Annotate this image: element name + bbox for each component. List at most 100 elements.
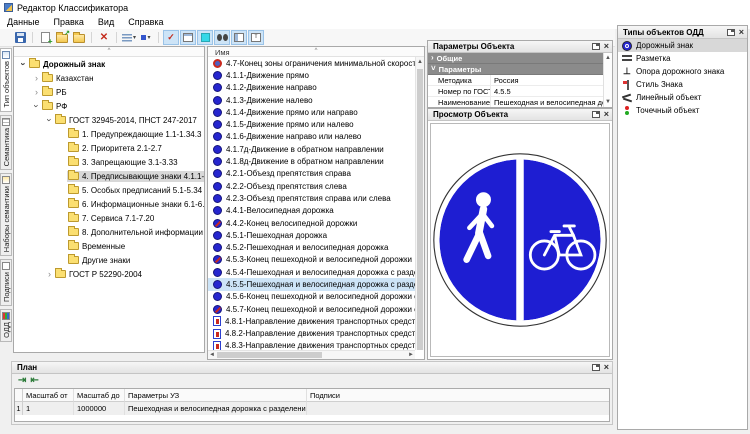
sign-list-item[interactable]: 4.2.2-Объезд препятствия слева [208,180,415,192]
sign-list-item[interactable]: 4.1.1-Движение прямо [208,69,415,81]
side-tab[interactable]: Семантика [0,115,12,170]
new-button[interactable] [37,30,53,45]
param-value[interactable]: Пешеходная и велосипедная дорожка с ... [490,97,603,107]
undock-icon[interactable] [727,29,735,36]
tree-item[interactable]: 3. Запрещающие 3.1-3.33 [14,155,204,169]
sign-list-item[interactable]: 4.1.5-Движение прямо или налево [208,118,415,130]
param-group-header[interactable]: ›Общие [428,53,603,64]
tree-item-label-group[interactable]: 8. Дополнительной информации 8.1.1-8.24 [67,227,204,238]
tree-item-label-group[interactable]: Другие знаки [67,255,133,266]
scroll-left-icon[interactable]: ◄ [209,351,215,359]
sign-list-item[interactable]: 4.4.2-Конец велосипедной дорожки [208,217,415,229]
sign-list-item[interactable]: 4.8.2-Направление движения транспортных … [208,328,415,340]
undock-icon[interactable] [592,111,600,118]
odd-type-item[interactable]: Разметка [618,52,747,65]
odd-type-item[interactable]: Стиль Знака [618,78,747,91]
tree-item-label-group[interactable]: РБ [41,87,70,98]
delete-button[interactable]: ✕ [96,30,112,45]
tree-item[interactable]: ›ГОСТ 32945-2014, ПНСТ 247-2017 [14,113,204,127]
check-toggle-button[interactable]: ✓ [163,30,179,45]
tree-expand-icon[interactable]: › [19,59,28,69]
column-header[interactable]: Подписи [307,389,609,402]
tree-expand-icon[interactable]: › [32,87,41,97]
tree-expand-icon[interactable]: › [45,115,54,125]
list-view-button[interactable]: ▾ [121,30,137,45]
scroll-down-icon[interactable]: ▼ [604,98,612,106]
tree-column-header[interactable]: ^ [14,47,204,57]
save-button[interactable] [12,30,28,45]
vertical-scroll-thumb[interactable] [417,69,423,350]
sign-list-item[interactable]: 4.5.4-Пешеходная и велосипедная дорожка … [208,266,415,278]
horizontal-scroll-thumb[interactable] [217,352,322,358]
vertical-scrollbar[interactable]: ▲ [415,57,424,350]
menu-item[interactable]: Вид [91,15,121,29]
tree-item[interactable]: 1. Предупреждающие 1.1-1.34.3 [14,127,204,141]
sign-list-item[interactable]: 4.1.6-Движение направо или налево [208,131,415,143]
tree-item-label-group[interactable]: ГОСТ Р 52290-2004 [54,269,145,280]
search-toggle-button[interactable] [214,30,230,45]
menu-item[interactable]: Данные [0,15,47,29]
sign-list-item[interactable]: 4.5.7-Конец пешеходной и велосипедной до… [208,303,415,315]
sign-list-item[interactable]: 4.7-Конец зоны ограничения минимальной с… [208,57,415,69]
sign-list-item[interactable]: 4.5.5-Пешеходная и велосипедная дорожка … [208,278,415,290]
close-icon[interactable]: × [604,111,609,118]
tree-item-label-group[interactable]: 1. Предупреждающие 1.1-1.34.3 [67,129,204,140]
folder-button[interactable] [71,30,87,45]
param-value[interactable]: 4.5.5 [490,86,603,96]
column-header[interactable]: Масштаб до [74,389,125,402]
tree-item-label-group[interactable]: 7. Сервиса 7.1-7.20 [67,213,157,224]
param-row[interactable]: Номер по ГОСТ4.5.5 [428,86,603,97]
tree-item[interactable]: 5. Особых предписаний 5.1-5.34 [14,183,204,197]
style-button[interactable]: ▾ [138,30,154,45]
horizontal-scrollbar[interactable]: ◄ ► [208,350,415,359]
side-tab[interactable]: Подписи [0,259,12,306]
sign-list-item[interactable]: 4.5.1-Пешеходная дорожка [208,229,415,241]
tree-item[interactable]: 7. Сервиса 7.1-7.20 [14,211,204,225]
panel-toggle-button[interactable] [180,30,196,45]
scroll-up-icon[interactable]: ▲ [604,54,612,62]
tree-item-label-group[interactable]: 3. Запрещающие 3.1-3.33 [67,157,181,168]
tree-item-label-group[interactable]: 6. Информационные знаки 6.1-6.21.2 [67,199,204,210]
close-icon[interactable]: × [739,29,744,36]
tree-expand-icon[interactable]: › [32,73,41,83]
tree-item[interactable]: ›ГОСТ Р 52290-2004 [14,267,204,281]
scale-from-cell[interactable]: 1 [23,402,74,415]
tree-expand-icon[interactable]: › [32,101,41,111]
tree-expand-icon[interactable]: › [45,269,54,279]
scroll-up-icon[interactable]: ▲ [416,58,424,66]
param-row[interactable]: МетодикаРоссия [428,75,603,86]
undock-icon[interactable] [592,43,600,50]
tree-item[interactable]: Другие знаки [14,253,204,267]
sign-list-item[interactable]: 4.8.3-Направление движения транспортных … [208,340,415,350]
plan-table-row[interactable]: 111000000Пешеходная и велосипедная дорож… [15,402,609,415]
sign-list-item[interactable]: 4.5.3-Конец пешеходной и велосипедной до… [208,254,415,266]
delete-row-button[interactable]: ⇤ [30,375,38,386]
text-panel-toggle-button[interactable] [248,30,264,45]
param-value[interactable]: Россия [490,75,603,85]
params-cell[interactable]: Пешеходная и велосипедная дорожка с разд… [125,402,307,415]
odd-type-item[interactable]: Дорожный знак [618,39,747,52]
column-header[interactable]: Параметры УЗ [125,389,307,402]
tree-item[interactable]: 2. Приоритета 2.1-2.7 [14,141,204,155]
tree-item[interactable]: Временные [14,239,204,253]
tree-item-label-group[interactable]: Временные [67,241,128,252]
sign-list-item[interactable]: 4.4.1-Велосипедная дорожка [208,205,415,217]
tree-item[interactable]: ›РФ [14,99,204,113]
side-tab[interactable]: ОДД [0,309,12,342]
odd-type-item[interactable]: Линейный объект [618,91,747,104]
tree-item[interactable]: ›РБ [14,85,204,99]
column-header[interactable]: Масштаб от [23,389,74,402]
menu-item[interactable]: Правка [47,15,91,29]
tree-item-label-group[interactable]: Казахстан [41,73,97,84]
tree-item[interactable]: ›Дорожный знак [14,57,204,71]
sign-list-item[interactable]: 4.8.1-Направление движения транспортных … [208,315,415,327]
close-icon[interactable]: × [604,364,609,371]
tree-item-label-group[interactable]: РФ [41,101,70,112]
odd-type-item[interactable]: Опора дорожного знака [618,65,747,78]
sign-list-item[interactable]: 4.2.3-Объезд препятствия справа или слев… [208,192,415,204]
undock-icon[interactable] [592,364,600,371]
side-panel-toggle-button[interactable] [231,30,247,45]
insert-row-button[interactable]: ⇥ [18,375,26,386]
tree-item[interactable]: 4. Предписывающие знаки 4.1.1-4.8.3 [14,169,204,183]
param-row[interactable]: НаименованиеПешеходная и велосипедная до… [428,97,603,107]
